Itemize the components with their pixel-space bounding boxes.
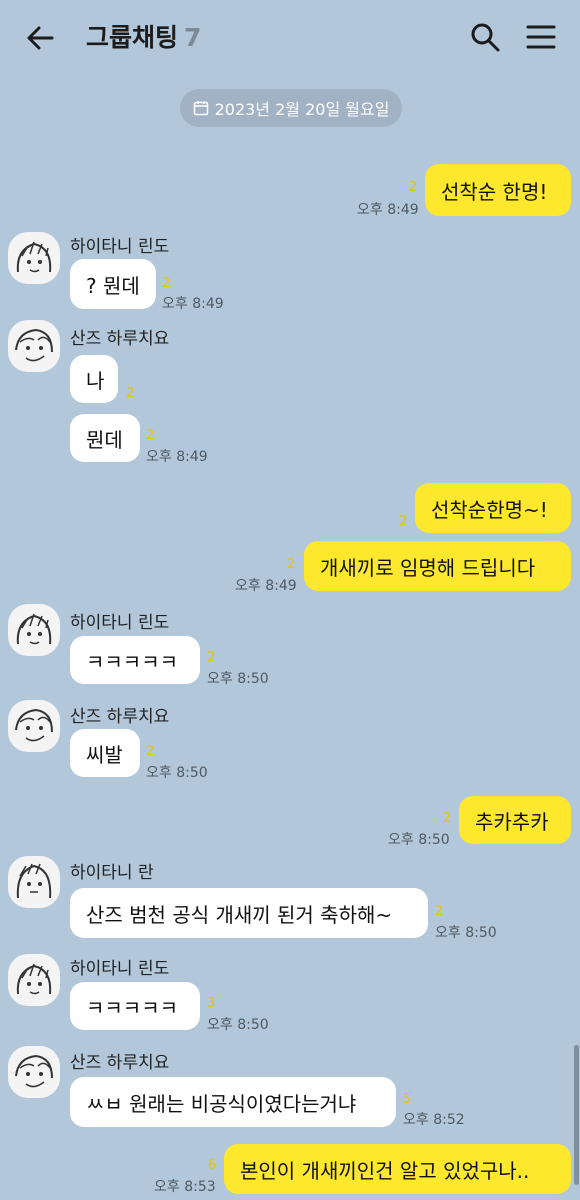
message-time: 오후 8:52 <box>403 1112 465 1128</box>
avatar-sketch-icon <box>16 963 52 995</box>
unread-count: 2 <box>399 514 408 529</box>
chat-title-text: 그룹채팅 <box>86 23 179 52</box>
other-message-bubble[interactable]: 나 <box>70 355 118 403</box>
sender-name: 산즈 하루치요 <box>70 707 170 727</box>
avatar[interactable] <box>8 604 60 656</box>
unread-count: 2 <box>162 276 171 291</box>
unread-count: 2 <box>287 557 296 572</box>
avatar-sketch-icon <box>16 613 52 645</box>
sender-name: 하이타니 란 <box>70 863 154 883</box>
avatar[interactable] <box>8 232 60 284</box>
hamburger-menu-icon <box>526 25 556 49</box>
my-message-bubble[interactable]: 추카추카 <box>459 796 571 844</box>
unread-count: 6 <box>208 1158 217 1173</box>
arrow-left-icon <box>27 26 54 50</box>
my-message-bubble[interactable]: 선착순 한명! <box>425 164 571 216</box>
search-icon <box>471 23 500 52</box>
search-button[interactable] <box>468 20 502 54</box>
message-time: 오후 8:50 <box>146 765 208 781</box>
message-time: 오후 8:49 <box>235 578 297 594</box>
message-time: 오후 8:50 <box>207 1017 269 1033</box>
sender-name: 하이타니 린도 <box>70 959 170 979</box>
message-time: 오후 8:50 <box>388 832 450 848</box>
top-bar: 그룹채팅 7 <box>0 0 580 76</box>
avatar[interactable] <box>8 700 60 752</box>
calendar-icon <box>193 101 208 116</box>
other-message-bubble[interactable]: ㅋㅋㅋㅋㅋ <box>70 982 200 1030</box>
other-message-bubble[interactable]: ? 뭔데 <box>70 259 156 309</box>
message-time: 오후 8:50 <box>207 671 269 687</box>
my-message-bubble[interactable]: 본인이 개새끼인건 알고 있었구나.. <box>224 1144 571 1194</box>
avatar-sketch-icon <box>15 328 53 362</box>
unread-count: 2 <box>146 744 155 759</box>
member-count: 7 <box>184 23 202 52</box>
unread-count: 2 <box>126 386 135 401</box>
chat-title: 그룹채팅 7 <box>86 18 201 54</box>
message-time: 오후 8:49 <box>146 449 208 465</box>
my-message-bubble[interactable]: 선착순한명~! <box>415 483 571 533</box>
my-message-bubble[interactable]: 개새끼로 임명해 드립니다 <box>304 541 571 591</box>
sender-name: 하이타니 린도 <box>70 237 170 257</box>
avatar[interactable] <box>8 856 60 908</box>
other-message-bubble[interactable]: ㅆㅂ 원래는 비공식이였다는거냐 <box>70 1077 396 1127</box>
avatar-sketch-icon <box>15 1054 53 1088</box>
avatar-sketch-icon <box>16 241 52 273</box>
date-divider-text: 2023년 2월 20일 월요일 <box>214 100 390 119</box>
other-message-bubble[interactable]: 씨발 <box>70 729 140 777</box>
other-message-bubble[interactable]: ㅋㅋㅋㅋㅋ <box>70 636 200 684</box>
message-time: 오후 8:49 <box>357 202 419 218</box>
date-divider: 2023년 2월 20일 월요일 <box>180 89 402 127</box>
unread-count: 3 <box>207 996 216 1011</box>
avatar-sketch-icon <box>15 708 53 742</box>
unread-count: 5 <box>403 1092 412 1107</box>
avatar[interactable] <box>8 320 60 372</box>
unread-count: 2 <box>146 428 155 443</box>
sender-name: 산즈 하루치요 <box>70 329 170 349</box>
scrollbar[interactable] <box>574 1045 579 1185</box>
other-message-bubble[interactable]: 뭔데 <box>70 414 140 462</box>
message-time: 오후 8:53 <box>154 1179 216 1195</box>
menu-button[interactable] <box>524 22 558 52</box>
unread-count: 2 <box>207 650 216 665</box>
unread-count: 2 <box>443 811 452 826</box>
sender-name: 산즈 하루치요 <box>70 1053 170 1073</box>
avatar-sketch-icon <box>16 863 52 899</box>
avatar[interactable] <box>8 1046 60 1098</box>
message-time: 오후 8:50 <box>435 925 497 941</box>
unread-count: 2 <box>435 904 444 919</box>
message-time: 오후 8:49 <box>162 296 224 312</box>
unread-count: 2 <box>409 180 418 195</box>
sender-name: 하이타니 린도 <box>70 613 170 633</box>
avatar[interactable] <box>8 954 60 1006</box>
back-button[interactable] <box>22 20 62 56</box>
other-message-bubble[interactable]: 산즈 범천 공식 개새끼 된거 축하해~ <box>70 888 428 938</box>
